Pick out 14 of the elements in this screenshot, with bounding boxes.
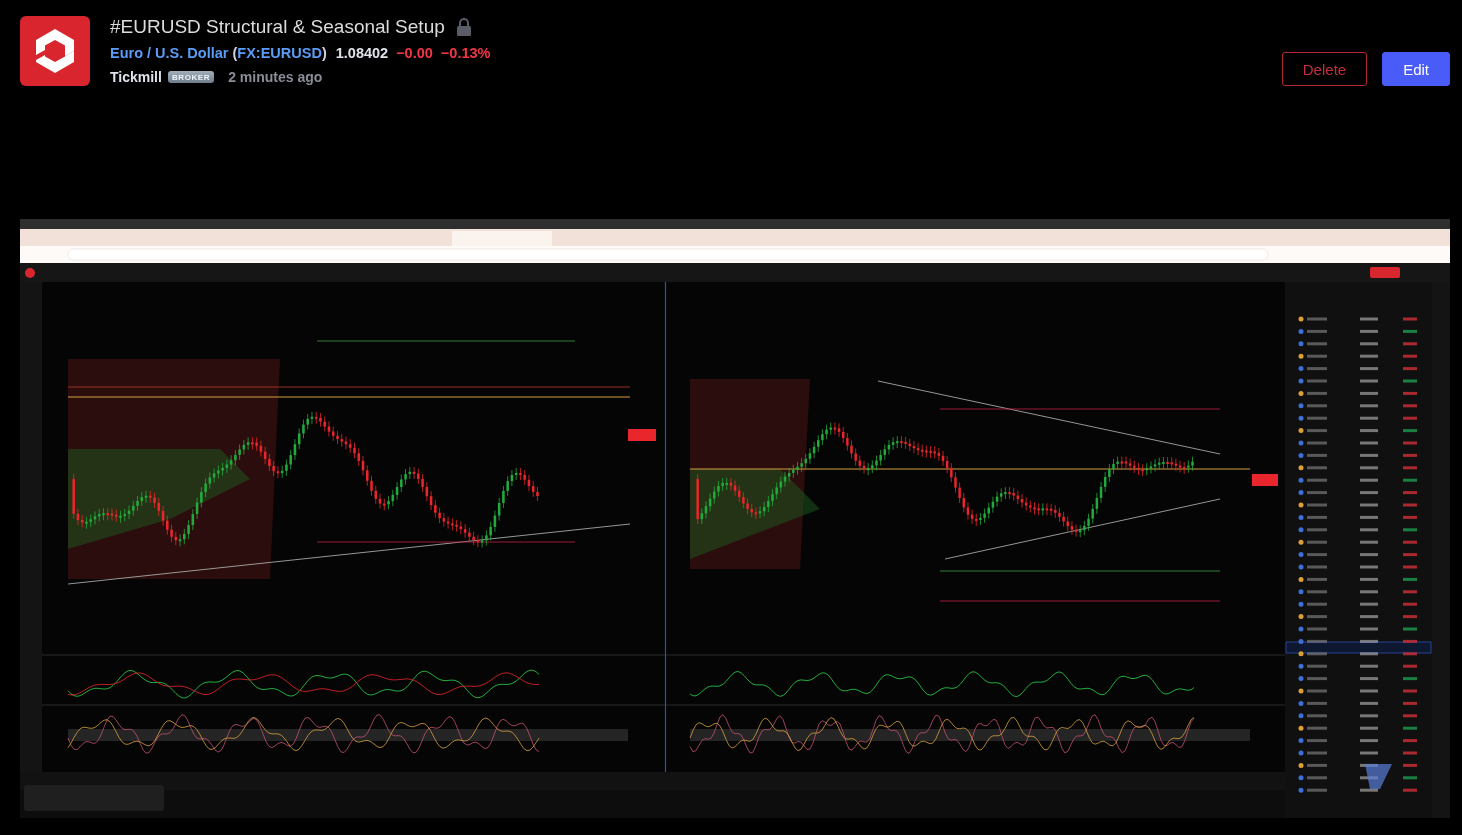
ticker-link[interactable]: FX:EURUSD bbox=[237, 44, 322, 62]
published-time-text: 2 minutes ago bbox=[228, 68, 323, 86]
symbol-name-link[interactable]: Euro / U.S. Dollar bbox=[110, 44, 229, 62]
idea-title: #EURUSD Structural & Seasonal Setup bbox=[110, 15, 445, 39]
price-change-text: −0.00 bbox=[396, 44, 433, 62]
logo-icon bbox=[20, 16, 90, 86]
delete-button[interactable]: Delete bbox=[1281, 52, 1368, 86]
paren-text: ( bbox=[232, 44, 238, 62]
paren-text: ) bbox=[321, 44, 327, 62]
broker-badge: BROKER bbox=[167, 71, 215, 83]
price-text: 1.08402 bbox=[335, 44, 389, 62]
edit-button[interactable]: Edit bbox=[1382, 52, 1450, 86]
price-change-percent-text: −0.13% bbox=[440, 44, 491, 62]
author-name-link[interactable]: Tickmill bbox=[110, 68, 162, 86]
